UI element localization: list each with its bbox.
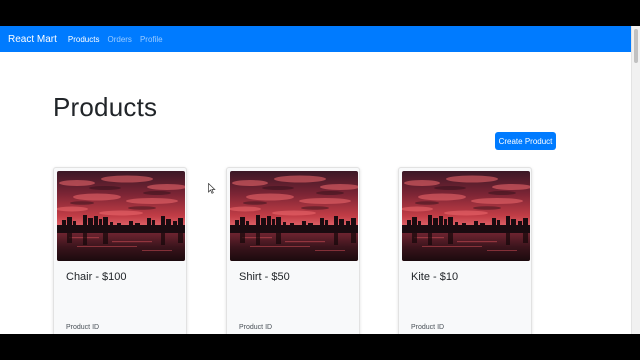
product-image[interactable] [57, 171, 185, 261]
create-product-button[interactable]: Create Product [495, 132, 556, 150]
app-window: React Mart Products Orders Profile Produ… [0, 26, 640, 334]
nav-link-products[interactable]: Products [68, 35, 100, 44]
product-title: Chair - $100 [66, 271, 127, 283]
product-image[interactable] [230, 171, 358, 261]
product-id-label: Product ID [411, 324, 445, 331]
page-scrollbar[interactable] [631, 26, 640, 334]
product-id-label: Product ID [239, 324, 273, 331]
product-image[interactable] [402, 171, 530, 261]
product-title: Kite - $10 [411, 271, 459, 283]
mouse-cursor-icon [208, 183, 216, 194]
navbar: React Mart Products Orders Profile [0, 26, 631, 52]
product-card[interactable]: Chair - $100 Product ID [53, 167, 187, 334]
product-id-label: Product ID [66, 324, 100, 331]
product-card[interactable]: Shirt - $50 Product ID [226, 167, 360, 334]
brand-logo[interactable]: React Mart [8, 34, 57, 45]
nav-link-profile[interactable]: Profile [140, 35, 163, 44]
product-title: Shirt - $50 [239, 271, 290, 283]
nav-link-orders[interactable]: Orders [107, 35, 131, 44]
product-card[interactable]: Kite - $10 Product ID [398, 167, 532, 334]
scrollbar-thumb[interactable] [634, 29, 638, 63]
page-title: Products [53, 92, 158, 122]
